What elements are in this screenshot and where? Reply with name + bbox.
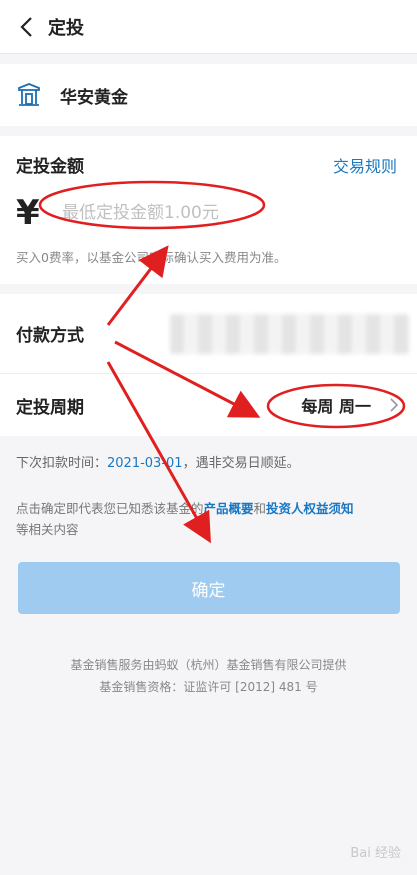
amount-card: 定投金额 交易规则 ¥ 买入0费率，以基金公司实际确认买入费用为准。 bbox=[0, 136, 417, 284]
next-deduction-suffix: ，遇非交易日顺延。 bbox=[182, 456, 300, 471]
cycle-label: 定投周期 bbox=[16, 397, 84, 418]
next-deduction-date: 2021-03-01 bbox=[107, 456, 183, 471]
amount-title: 定投金额 bbox=[16, 157, 84, 177]
header: 定投 bbox=[0, 0, 417, 54]
fund-name: 华安黄金 bbox=[60, 87, 128, 108]
fund-row[interactable]: 华安黄金 bbox=[0, 64, 417, 126]
agreement-text: 点击确定即代表您已知悉该基金的产品概要和投资人权益须知等相关内容 bbox=[0, 486, 417, 540]
amount-input[interactable] bbox=[62, 203, 282, 223]
trade-rules-link[interactable]: 交易规则 bbox=[333, 153, 397, 177]
payment-method-value-blurred bbox=[170, 314, 410, 354]
cycle-row[interactable]: 定投周期 每周 周一 bbox=[0, 374, 417, 436]
product-summary-link[interactable]: 产品概要 bbox=[204, 501, 254, 516]
footer-line-2: 基金销售资格：证监许可 [2012] 481 号 bbox=[99, 680, 318, 694]
agreement-and: 和 bbox=[253, 501, 267, 516]
next-deduction-text: 下次扣款时间：2021-03-01，遇非交易日顺延。 bbox=[0, 436, 417, 486]
page-title: 定投 bbox=[48, 17, 84, 39]
cycle-value: 每周 周一 bbox=[301, 397, 371, 416]
amount-header: 定投金额 交易规则 bbox=[0, 136, 417, 178]
page: 定投 华安黄金 定投金额 交易规则 ¥ 买入0费率，以基金公司实际确认买入费用为… bbox=[0, 0, 417, 875]
next-deduction-prefix: 下次扣款时间： bbox=[16, 456, 108, 471]
confirm-button[interactable]: 确定 bbox=[17, 562, 400, 614]
fund-building-icon bbox=[16, 82, 42, 108]
fee-note: 买入0费率，以基金公司实际确认买入费用为准。 bbox=[16, 250, 287, 265]
investor-rights-link[interactable]: 投资人权益须知 bbox=[266, 501, 354, 516]
payment-method-row[interactable]: 付款方式 bbox=[0, 294, 417, 374]
footer-line-1: 基金销售服务由蚂蚁（杭州）基金销售有限公司提供 bbox=[70, 658, 347, 672]
agreement-suffix: 等相关内容 bbox=[16, 522, 79, 537]
agreement-prefix: 点击确定即代表您已知悉该基金的 bbox=[16, 501, 204, 516]
chevron-right-icon bbox=[385, 396, 403, 414]
footer: 基金销售服务由蚂蚁（杭州）基金销售有限公司提供 基金销售资格：证监许可 [201… bbox=[0, 654, 417, 698]
yen-icon: ¥ bbox=[16, 193, 40, 233]
watermark: Bai 经验 bbox=[350, 846, 401, 861]
payment-method-label: 付款方式 bbox=[16, 326, 84, 346]
back-arrow-icon[interactable] bbox=[12, 12, 42, 42]
amount-input-row: ¥ bbox=[0, 177, 417, 235]
